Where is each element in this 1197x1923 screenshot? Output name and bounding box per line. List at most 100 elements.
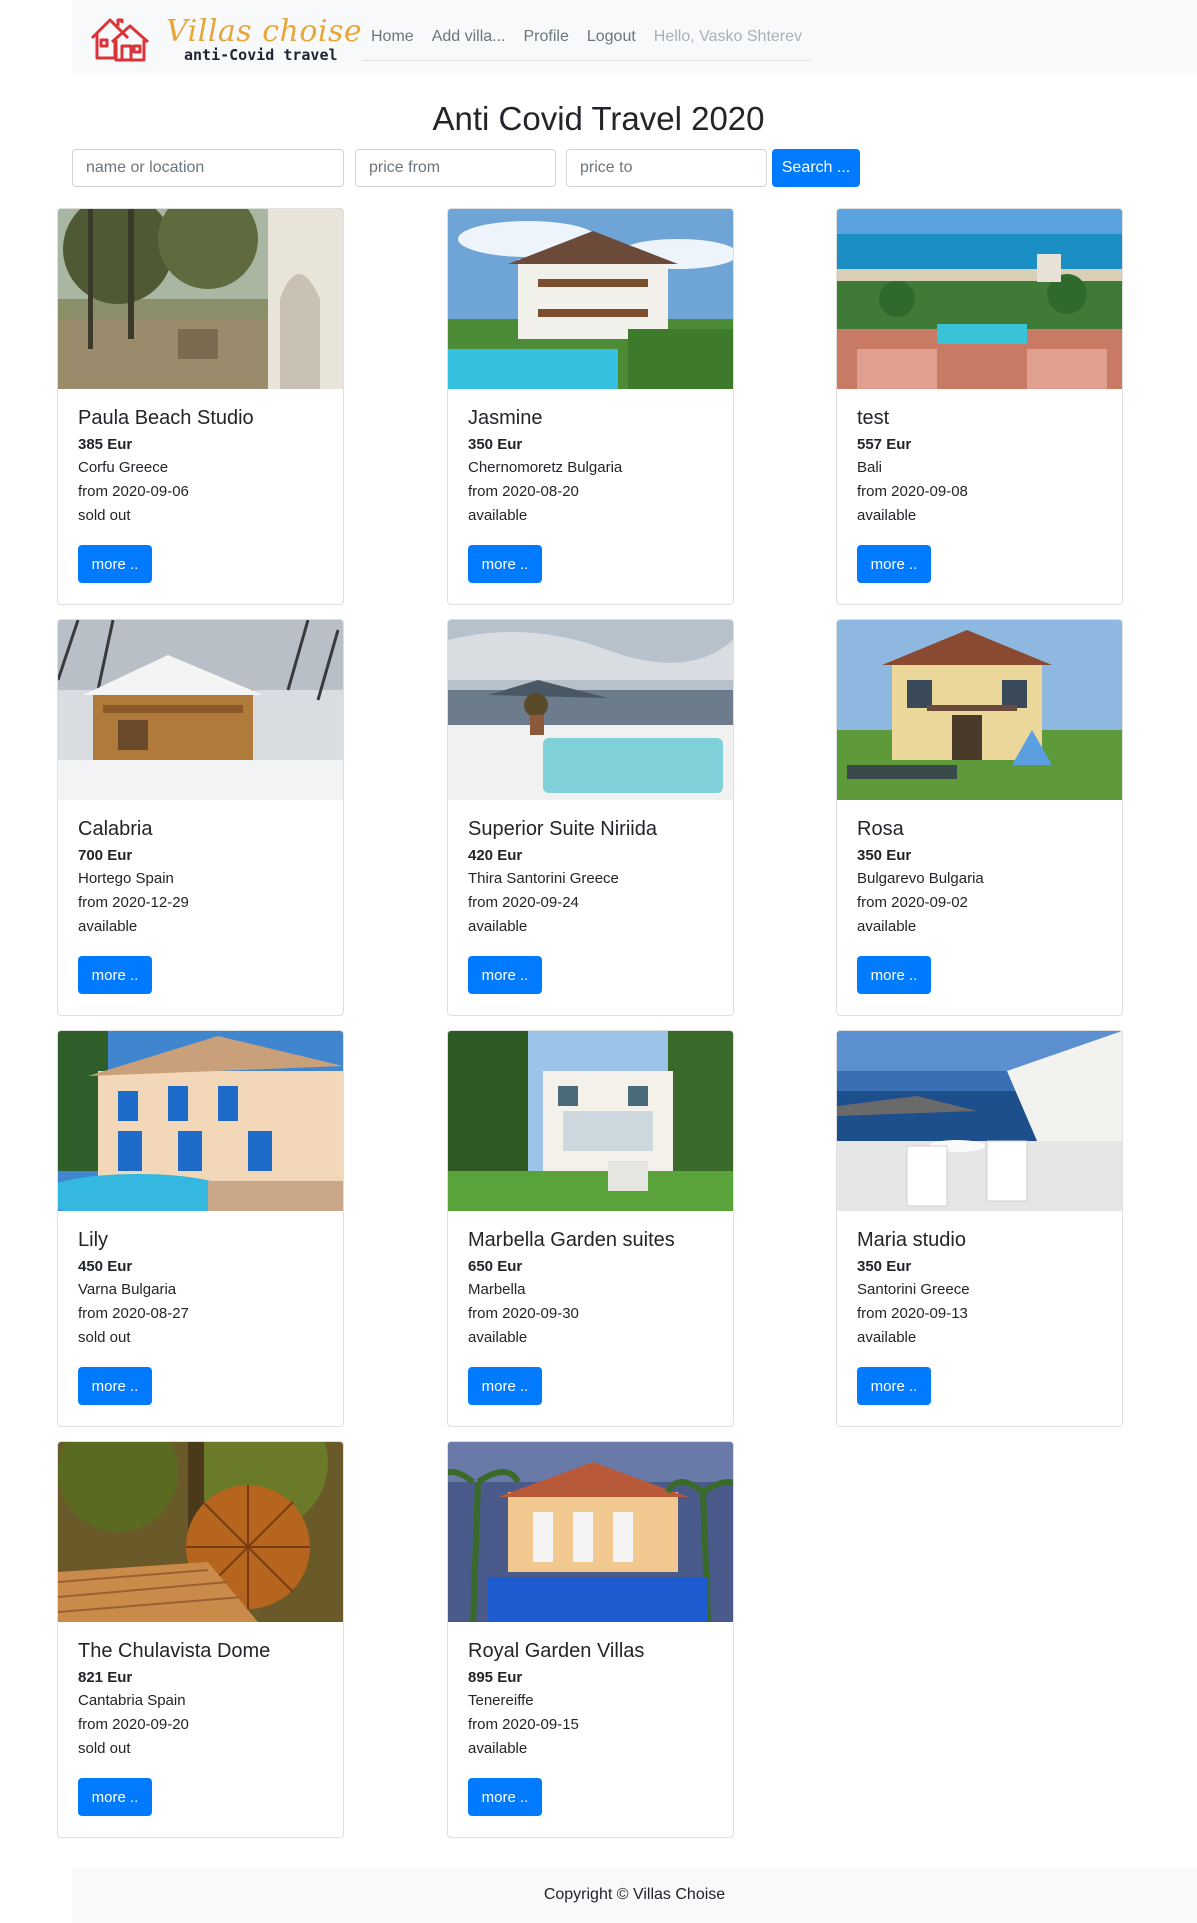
villa-price: 350 Eur: [857, 1258, 912, 1275]
villa-available-from: from 2020-09-06: [78, 483, 189, 500]
villa-card: Royal Garden Villas 895 Eur Tenereiffe f…: [447, 1441, 734, 1838]
card-body: Superior Suite Niriida 420 Eur Thira San…: [468, 818, 721, 939]
villa-photo[interactable]: [837, 209, 1122, 389]
villa-available-from: from 2020-09-13: [857, 1305, 968, 1322]
villa-location: Hortego Spain: [78, 870, 174, 887]
villa-available-from: from 2020-12-29: [78, 894, 189, 911]
footer-copyright: Copyright © Villas Choise: [543, 1886, 726, 1903]
villa-available-from: from 2020-09-20: [78, 1716, 189, 1733]
villa-card: test 557 Eur Bali from 2020-09-08 availa…: [836, 208, 1123, 605]
villa-location: Santorini Greece: [857, 1281, 970, 1298]
footer: Copyright © Villas Choise: [72, 1868, 1197, 1923]
villa-available-from: from 2020-09-08: [857, 483, 968, 500]
villa-location: Bulgarevo Bulgaria: [857, 870, 984, 887]
card-body: test 557 Eur Bali from 2020-09-08 availa…: [857, 407, 1110, 528]
more-button[interactable]: more ..: [857, 545, 931, 583]
villa-status: available: [78, 918, 138, 935]
price-to-input[interactable]: [566, 149, 767, 187]
villa-photo[interactable]: [58, 1031, 343, 1211]
more-button[interactable]: more ..: [468, 956, 542, 994]
villa-location: Marbella: [468, 1281, 526, 1298]
card-body: Royal Garden Villas 895 Eur Tenereiffe f…: [468, 1640, 721, 1761]
snowy-cabin-photo: [58, 620, 343, 800]
villa-title: Calabria: [78, 818, 153, 840]
more-button[interactable]: more ..: [78, 1367, 152, 1405]
villa-card: Marbella Garden suites 650 Eur Marbella …: [447, 1030, 734, 1427]
santorini-jacuzzi-photo: [448, 620, 733, 800]
villa-price: 895 Eur: [468, 1669, 523, 1686]
navbar: Villas choise anti-Covid travel Home Add…: [72, 0, 1197, 75]
card-body: Jasmine 350 Eur Chernomoretz Bulgaria fr…: [468, 407, 721, 528]
villa-photo[interactable]: [448, 1031, 733, 1211]
villa-location: Bali: [857, 459, 883, 476]
villa-status: available: [857, 507, 917, 524]
nav-links: Home Add villa... Profile Logout Hello, …: [362, 22, 812, 61]
card-body: Rosa 350 Eur Bulgarevo Bulgaria from 202…: [857, 818, 1110, 939]
villa-available-from: from 2020-08-27: [78, 1305, 189, 1322]
more-button[interactable]: more ..: [468, 1367, 542, 1405]
villa-location: Tenereiffe: [468, 1692, 534, 1709]
villa-title: Maria studio: [857, 1229, 966, 1251]
villa-status: available: [468, 1740, 528, 1757]
search-name-input[interactable]: [72, 149, 344, 187]
villa-card: Maria studio 350 Eur Santorini Greece fr…: [836, 1030, 1123, 1427]
more-button[interactable]: more ..: [857, 956, 931, 994]
more-button[interactable]: more ..: [468, 545, 542, 583]
house-with-lawn-photo: [837, 620, 1122, 800]
villa-photo[interactable]: [448, 620, 733, 800]
villa-title: test: [857, 407, 890, 429]
card-body: Calabria 700 Eur Hortego Spain from 2020…: [78, 818, 331, 939]
price-from-input[interactable]: [355, 149, 556, 187]
villa-with-pool-photo: [448, 209, 733, 389]
villa-location: Corfu Greece: [78, 459, 169, 476]
villa-photo[interactable]: [448, 209, 733, 389]
olive-grove-patio-photo: [58, 209, 343, 389]
villa-photo[interactable]: [837, 620, 1122, 800]
nav-logout-link[interactable]: Logout: [578, 22, 645, 52]
more-button[interactable]: more ..: [468, 1778, 542, 1816]
villa-location: Chernomoretz Bulgaria: [468, 459, 623, 476]
villa-status: sold out: [78, 1740, 131, 1757]
villa-status: available: [857, 1329, 917, 1346]
villa-title: The Chulavista Dome: [78, 1640, 271, 1662]
villa-location: Varna Bulgaria: [78, 1281, 177, 1298]
villa-photo[interactable]: [58, 620, 343, 800]
card-body: Marbella Garden suites 650 Eur Marbella …: [468, 1229, 721, 1350]
search-button[interactable]: Search ...: [772, 149, 860, 187]
villa-location: Cantabria Spain: [78, 1692, 186, 1709]
nav-add-villa-link[interactable]: Add villa...: [423, 22, 515, 52]
villa-card: Jasmine 350 Eur Chernomoretz Bulgaria fr…: [447, 208, 734, 605]
more-button[interactable]: more ..: [78, 956, 152, 994]
villa-available-from: from 2020-09-02: [857, 894, 968, 911]
villa-photo[interactable]: [837, 1031, 1122, 1211]
more-button[interactable]: more ..: [857, 1367, 931, 1405]
villa-price: 650 Eur: [468, 1258, 523, 1275]
villa-card: Superior Suite Niriida 420 Eur Thira San…: [447, 619, 734, 1016]
brand-title: Villas choise: [166, 14, 363, 49]
villa-title: Rosa: [857, 818, 904, 840]
villa-price: 350 Eur: [468, 436, 523, 453]
villa-photo[interactable]: [448, 1442, 733, 1622]
villa-available-from: from 2020-09-30: [468, 1305, 579, 1322]
villa-price: 557 Eur: [857, 436, 912, 453]
card-body: Lily 450 Eur Varna Bulgaria from 2020-08…: [78, 1229, 331, 1350]
user-greeting: Hello, Vasko Shterev: [653, 28, 803, 45]
villa-card: Rosa 350 Eur Bulgarevo Bulgaria from 202…: [836, 619, 1123, 1016]
villa-photo[interactable]: [58, 1442, 343, 1622]
villa-card: The Chulavista Dome 821 Eur Cantabria Sp…: [57, 1441, 344, 1838]
villa-photo[interactable]: [58, 209, 343, 389]
villa-card: Paula Beach Studio 385 Eur Corfu Greece …: [57, 208, 344, 605]
villa-card: Lily 450 Eur Varna Bulgaria from 2020-08…: [57, 1030, 344, 1427]
villa-price: 700 Eur: [78, 847, 133, 864]
santorini-terrace-photo: [837, 1031, 1122, 1211]
more-button[interactable]: more ..: [78, 1778, 152, 1816]
nav-profile-link[interactable]: Profile: [515, 22, 578, 52]
house-logo-icon: [90, 18, 149, 62]
brand-logo[interactable]: Villas choise anti-Covid travel: [88, 10, 362, 66]
brand-subtitle: anti-Covid travel: [184, 46, 338, 64]
villa-price: 450 Eur: [78, 1258, 133, 1275]
villa-title: Marbella Garden suites: [468, 1229, 675, 1251]
more-button[interactable]: more ..: [78, 545, 152, 583]
villa-title: Royal Garden Villas: [468, 1640, 645, 1662]
nav-home-link[interactable]: Home: [362, 22, 423, 52]
